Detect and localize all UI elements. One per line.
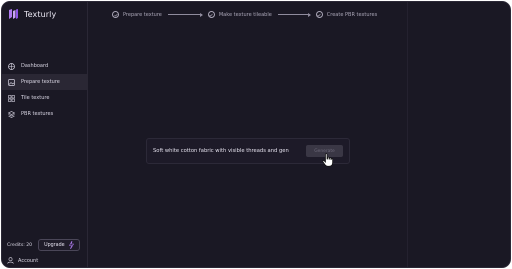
- sidebar-item-pbr-textures[interactable]: PBR textures: [2, 106, 88, 122]
- prompt-card: Soft white cotton fabric with visible th…: [146, 138, 350, 164]
- step-label: Prepare texture: [123, 11, 162, 18]
- grid-icon: [7, 94, 15, 102]
- sidebar-item-label: Dashboard: [21, 63, 49, 69]
- lightning-icon: [68, 241, 74, 249]
- user-icon: [7, 257, 14, 264]
- step-make-tileable: Make texture tileable: [207, 11, 272, 18]
- sidebar-item-dashboard[interactable]: Dashboard: [2, 58, 88, 74]
- credits-count: Credits: 20: [7, 242, 33, 248]
- sidebar-nav: Dashboard Prepare texture Tile texture P…: [2, 58, 88, 122]
- logo-icon: [9, 9, 18, 19]
- step-label: Create PBR textures: [326, 11, 378, 18]
- layers-icon: [7, 110, 15, 118]
- sidebar-item-tile-texture[interactable]: Tile texture: [2, 90, 88, 106]
- progress-steps: Prepare texture Make texture tileable Cr…: [112, 11, 377, 18]
- step-arrow: [277, 12, 311, 17]
- step-prepare-texture: Prepare texture: [112, 11, 162, 18]
- upgrade-button[interactable]: Upgrade: [38, 239, 80, 251]
- sidebar-item-label: PBR textures: [21, 111, 54, 117]
- sidebar-item-label: Prepare texture: [21, 79, 60, 85]
- upgrade-label: Upgrade: [44, 242, 65, 248]
- panel-divider: [407, 2, 408, 267]
- hand-cursor-icon: [322, 153, 333, 167]
- check-icon: [207, 11, 215, 18]
- credits-row: Credits: 20 Upgrade: [7, 239, 80, 251]
- logo[interactable]: Texturly: [9, 9, 56, 20]
- sidebar-item-prepare-texture[interactable]: Prepare texture: [2, 74, 88, 90]
- account-label: Account: [18, 257, 39, 264]
- step-arrow: [167, 12, 203, 17]
- sidebar-item-label: Tile texture: [21, 95, 50, 101]
- check-icon: [315, 11, 323, 18]
- app-window: Texturly Dashboard Prepare texture Tile …: [1, 1, 511, 268]
- sidebar: Texturly Dashboard Prepare texture Tile …: [2, 2, 88, 267]
- step-create-pbr: Create PBR textures: [315, 11, 378, 18]
- app-name: Texturly: [24, 10, 57, 19]
- image-icon: [7, 78, 15, 86]
- account-link[interactable]: Account: [7, 257, 38, 264]
- step-label: Make texture tileable: [218, 11, 272, 18]
- prompt-input[interactable]: Soft white cotton fabric with visible th…: [153, 148, 299, 154]
- check-icon: [112, 11, 119, 18]
- dashboard-icon: [7, 62, 15, 70]
